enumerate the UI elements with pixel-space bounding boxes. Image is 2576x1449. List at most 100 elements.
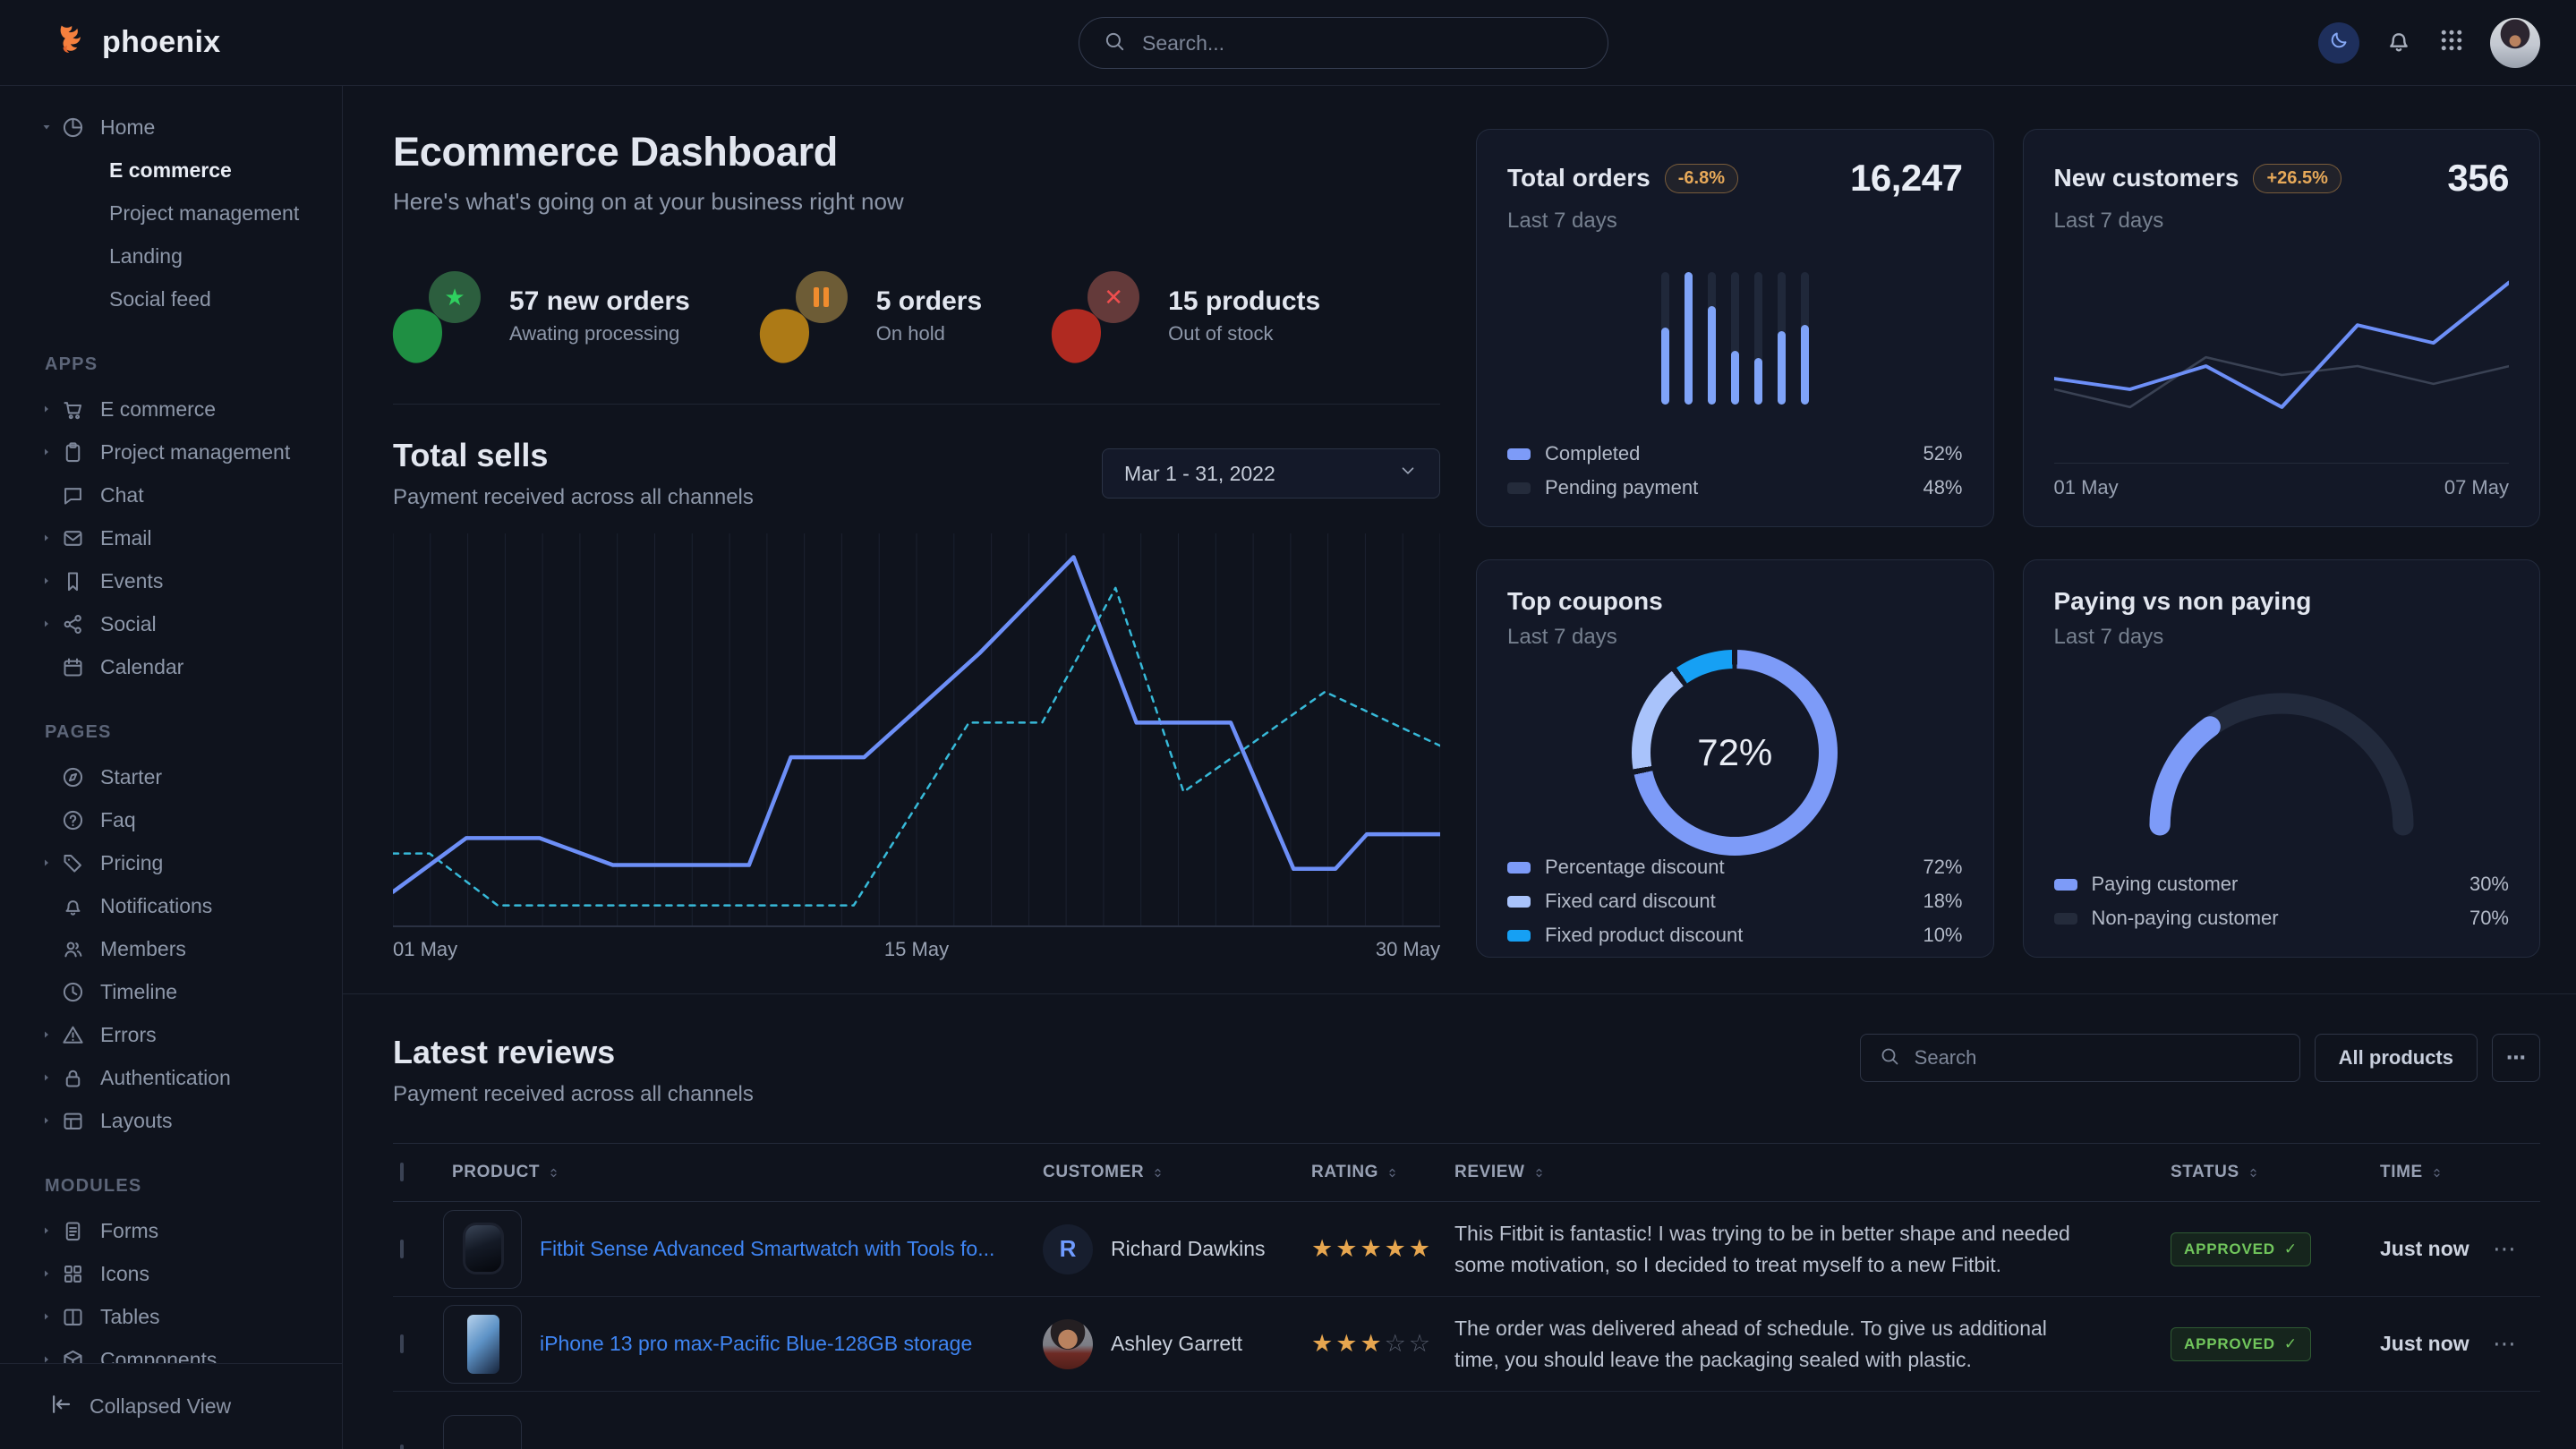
reviews-more-button[interactable]: ⋯	[2492, 1034, 2540, 1082]
column-header-product[interactable]: PRODUCT	[443, 1163, 1043, 1182]
row-checkbox[interactable]	[400, 1240, 404, 1258]
paying-vs-nonpaying-card: Paying vs non paying Last 7 days Paying …	[2023, 559, 2541, 958]
sidebar-item-social-feed[interactable]: Social feed	[0, 277, 342, 320]
product-thumbnail[interactable]	[443, 1210, 522, 1289]
column-header-rating[interactable]: RATING	[1311, 1163, 1454, 1182]
user-avatar[interactable]	[2490, 18, 2540, 68]
reviews-search-input[interactable]	[1913, 1045, 2282, 1070]
sidebar-item-e-commerce[interactable]: E commerce	[0, 388, 342, 430]
product-link[interactable]: iPhone 13 pro max-Pacific Blue-128GB sto…	[533, 1329, 1043, 1358]
legend-label: Pending payment	[1545, 476, 1698, 499]
stat-caption: Out of stock	[1168, 322, 1320, 345]
card-title: Top coupons	[1507, 587, 1663, 616]
sidebar-item-project-management-home[interactable]: Project management	[0, 192, 342, 234]
collapse-sidebar-button[interactable]: Collapsed View	[0, 1363, 342, 1449]
sidebar-item-calendar[interactable]: Calendar	[0, 645, 342, 688]
sidebar-item-errors[interactable]: Errors	[0, 1013, 342, 1056]
collapse-label: Collapsed View	[90, 1394, 231, 1419]
sidebar-item-project-management[interactable]: Project management	[0, 430, 342, 473]
x-tick: 07 May	[2444, 476, 2509, 499]
sidebar-item-landing[interactable]: Landing	[0, 234, 342, 277]
trend-badge: -6.8%	[1665, 164, 1738, 193]
theme-toggle-button[interactable]	[2318, 22, 2359, 64]
top-navbar: phoenix	[0, 0, 2576, 86]
card-value: 16,247	[1850, 157, 1962, 200]
sidebar-item-authentication[interactable]: Authentication	[0, 1056, 342, 1099]
sidebar-item-timeline[interactable]: Timeline	[0, 970, 342, 1013]
grid4-icon	[61, 1262, 95, 1286]
sidebar-item-home[interactable]: Home	[0, 106, 342, 149]
customer-avatar[interactable]	[1043, 1319, 1093, 1369]
top-coupons-card: Top coupons Last 7 days 72% Percentage d…	[1476, 559, 1994, 958]
apps-launcher-button[interactable]	[2438, 27, 2465, 58]
sidebar-item-label: Home	[100, 115, 155, 140]
legend-value: 18%	[1923, 890, 1962, 913]
sidebar-item-forms[interactable]: Forms	[0, 1209, 342, 1252]
sidebar-item-components[interactable]: Components	[0, 1338, 342, 1363]
stat-icon: ✕	[1052, 269, 1145, 362]
check-icon: ✓	[2284, 1240, 2298, 1258]
sidebar-item-members[interactable]: Members	[0, 927, 342, 970]
x-tick: 15 May	[457, 938, 1376, 961]
sidebar-item-faq[interactable]: Faq	[0, 798, 342, 841]
column-header-status[interactable]: STATUS	[2153, 1163, 2367, 1182]
sidebar-item-starter[interactable]: Starter	[0, 755, 342, 798]
product-thumbnail[interactable]	[443, 1415, 522, 1449]
row-actions-button[interactable]: ⋯	[2493, 1330, 2539, 1358]
caret-right-icon	[41, 533, 61, 543]
stat-icon: ★	[393, 269, 486, 362]
legend-swatch	[1507, 448, 1531, 460]
clock-icon	[61, 980, 95, 1004]
review-time: Just now	[2367, 1237, 2493, 1261]
row-actions-button[interactable]: ⋯	[2493, 1235, 2539, 1263]
sidebar-item-e-commerce-home[interactable]: E commerce	[0, 149, 342, 192]
column-header-time[interactable]: TIME	[2367, 1163, 2493, 1182]
caret-right-icon	[41, 404, 61, 414]
rating-stars: ★★★★★	[1311, 1235, 1454, 1263]
reviews-title: Latest reviews	[393, 1034, 754, 1071]
all-products-button[interactable]: All products	[2315, 1034, 2478, 1082]
card-title: Total orders	[1507, 164, 1651, 192]
table-row: Fitbit Sense Advanced Smartwatch with To…	[393, 1202, 2540, 1297]
column-header-review[interactable]: REVIEW	[1454, 1163, 2153, 1182]
card-period: Last 7 days	[2054, 209, 2510, 234]
customer-avatar[interactable]: R	[1043, 1224, 1093, 1274]
date-range-select[interactable]: Mar 1 - 31, 2022	[1102, 448, 1440, 499]
card-title: New customers	[2054, 164, 2239, 192]
table-icon	[61, 1305, 95, 1329]
table-row: iPhone 13 pro max-Pacific Blue-128GB sto…	[393, 1297, 2540, 1392]
column-header-customer[interactable]: CUSTOMER	[1043, 1163, 1311, 1182]
global-search-input[interactable]	[1140, 30, 1584, 56]
customer-cell: R Richard Dawkins	[1043, 1224, 1311, 1274]
caret-right-icon	[41, 447, 61, 457]
sidebar-item-tables[interactable]: Tables	[0, 1295, 342, 1338]
kpi-cards: Total orders -6.8% 16,247 Last 7 days Co…	[1476, 129, 2540, 961]
notifications-button[interactable]	[2384, 26, 2413, 59]
card-period: Last 7 days	[1507, 209, 1963, 234]
sidebar-item-events[interactable]: Events	[0, 559, 342, 602]
card-title: Paying vs non paying	[2054, 587, 2312, 616]
new-customers-card: New customers +26.5% 356 Last 7 days 01 …	[2023, 129, 2541, 527]
sidebar-item-email[interactable]: Email	[0, 516, 342, 559]
compass-icon	[61, 765, 95, 789]
sidebar-item-chat[interactable]: Chat	[0, 473, 342, 516]
select-all-checkbox[interactable]	[400, 1163, 404, 1181]
caret-right-icon	[41, 1225, 61, 1236]
status-badge: APPROVED✓	[2171, 1327, 2311, 1361]
sidebar-item-icons[interactable]: Icons	[0, 1252, 342, 1295]
sidebar-item-social[interactable]: Social	[0, 602, 342, 645]
x-tick: 01 May	[2054, 476, 2119, 499]
users-icon	[61, 937, 95, 961]
sidebar-item-notifications[interactable]: Notifications	[0, 884, 342, 927]
product-thumbnail[interactable]	[443, 1305, 522, 1384]
product-link[interactable]: Fitbit Sense Advanced Smartwatch with To…	[533, 1234, 1043, 1263]
sidebar-item-pricing[interactable]: Pricing	[0, 841, 342, 884]
app-window: phoenix Home	[0, 0, 2576, 1449]
reviews-table: PRODUCT CUSTOMER RATING REVIEW STATUS TI…	[393, 1143, 2540, 1449]
sidebar-item-layouts[interactable]: Layouts	[0, 1099, 342, 1142]
row-checkbox[interactable]	[400, 1334, 404, 1353]
brand-logo[interactable]: phoenix	[50, 21, 220, 64]
sidebar-section-label: APPS	[45, 354, 342, 375]
row-checkbox[interactable]	[400, 1445, 404, 1449]
caret-right-icon	[41, 575, 61, 586]
